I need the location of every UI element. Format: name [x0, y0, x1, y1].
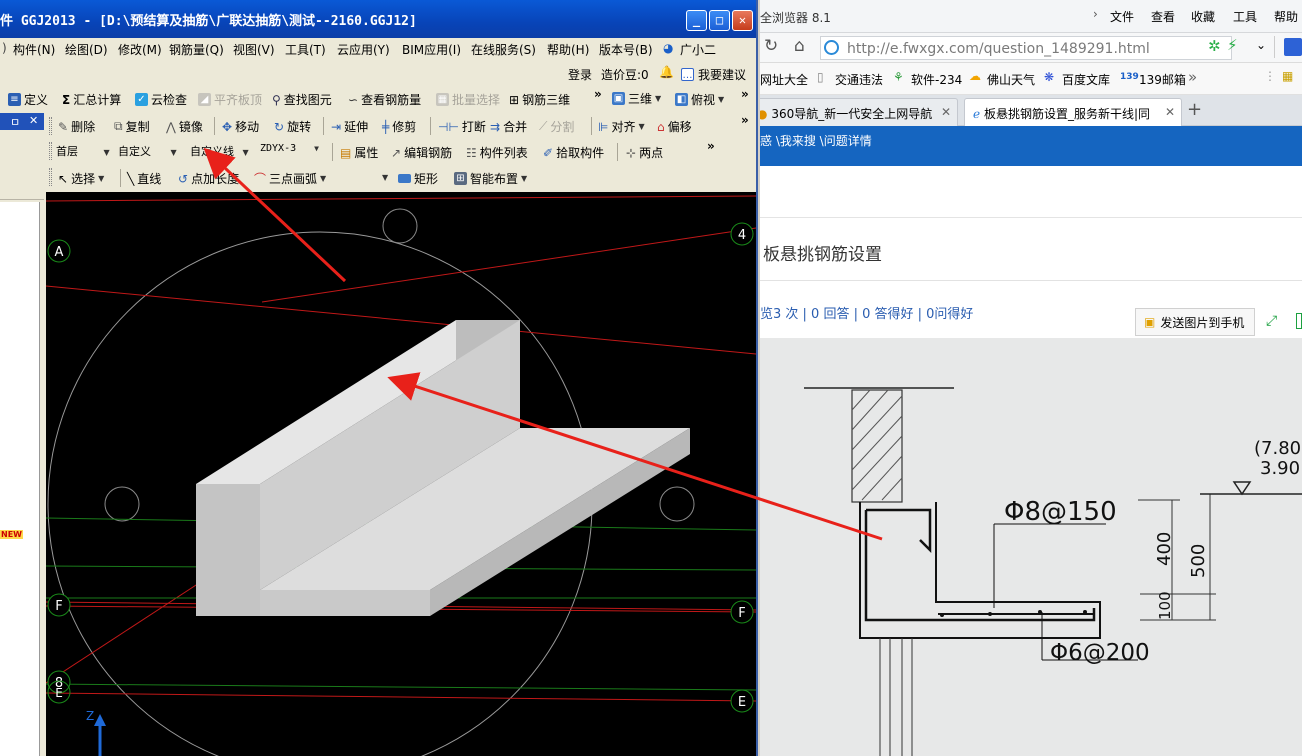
annotation-overlay: [203, 147, 883, 541]
annotation-arrow: [387, 372, 883, 541]
annotation-arrow: [203, 147, 347, 283]
